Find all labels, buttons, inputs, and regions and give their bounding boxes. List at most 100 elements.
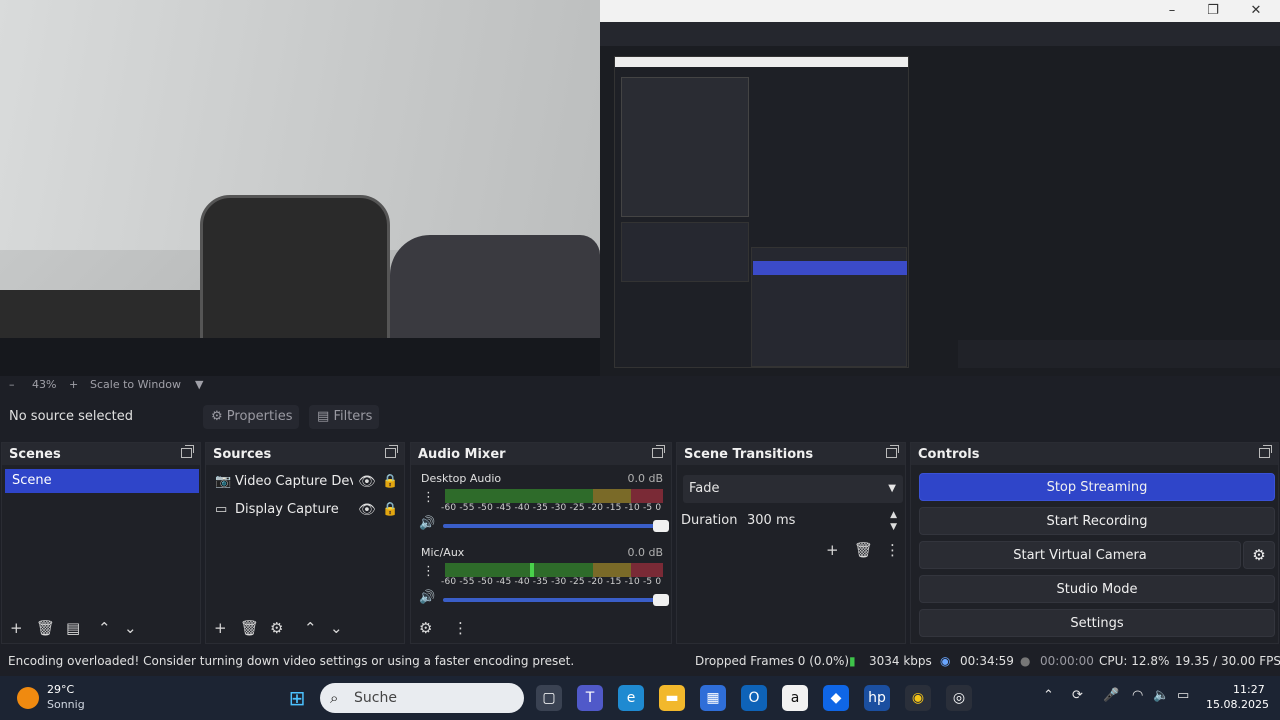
channel-menu-icon[interactable]: ⋮ bbox=[422, 564, 435, 579]
tray-expand-icon[interactable]: ⌃ bbox=[1043, 688, 1054, 703]
windows-start-icon[interactable]: ⊞ bbox=[284, 685, 310, 711]
captured-menubar bbox=[600, 22, 1280, 46]
move-up-icon[interactable]: ⌃ bbox=[304, 619, 317, 637]
hp-icon[interactable]: hp bbox=[864, 685, 890, 711]
stop-streaming-button[interactable]: Stop Streaming bbox=[919, 473, 1275, 501]
source-item-video-capture[interactable]: 📷 Video Capture Device 👁 🔒 bbox=[212, 469, 402, 495]
scene-item[interactable]: Scene bbox=[5, 469, 199, 493]
display-capture-feed: – ❐ ✕ bbox=[600, 0, 1280, 376]
store-icon[interactable]: ▦ bbox=[700, 685, 726, 711]
taskbar-search-input[interactable]: ⌕ Suche bbox=[320, 683, 524, 713]
level-meter bbox=[445, 489, 663, 503]
close-icon: ✕ bbox=[1250, 3, 1262, 18]
visibility-eye-icon[interactable]: 👁 bbox=[358, 469, 376, 495]
webcam-feed bbox=[0, 0, 600, 338]
volume-slider[interactable] bbox=[443, 594, 669, 606]
windows-taskbar: 29°C Sonnig ⊞ ⌕ Suche ▢ T e ▬ ▦ O a ◆ hp… bbox=[0, 676, 1280, 720]
weather-desc: Sonnig bbox=[47, 698, 85, 711]
volume-knob[interactable] bbox=[653, 594, 669, 606]
dropbox-icon[interactable]: ◆ bbox=[823, 685, 849, 711]
status-bar: Encoding overloaded! Consider turning do… bbox=[0, 648, 1280, 676]
move-down-icon[interactable]: ⌄ bbox=[124, 619, 137, 637]
nested-obs-window bbox=[614, 56, 909, 368]
scale-mode[interactable]: Scale to Window bbox=[90, 378, 181, 391]
mixer-menu-icon[interactable]: ⋮ bbox=[453, 619, 468, 637]
add-transition-icon[interactable]: + bbox=[826, 541, 839, 559]
lock-icon[interactable]: 🔒 bbox=[382, 469, 398, 495]
virtual-camera-gear-icon[interactable]: ⚙ bbox=[1243, 541, 1275, 569]
undock-icon[interactable] bbox=[1259, 445, 1272, 458]
speaker-icon[interactable]: 🔊 bbox=[419, 516, 435, 531]
sync-icon[interactable]: ⟳ bbox=[1072, 688, 1083, 703]
edge-icon[interactable]: e bbox=[618, 685, 644, 711]
transition-select[interactable]: Fade ▼ bbox=[683, 475, 903, 503]
scale-dropdown-icon[interactable]: ▼ bbox=[195, 378, 203, 391]
task-view-icon[interactable]: ▢ bbox=[536, 685, 562, 711]
clock-date[interactable]: 15.08.2025 bbox=[1206, 698, 1269, 711]
channel-menu-icon[interactable]: ⋮ bbox=[422, 490, 435, 505]
zoom-in-icon[interactable]: + bbox=[69, 378, 78, 391]
clock-time[interactable]: 11:27 bbox=[1233, 683, 1265, 696]
properties-button[interactable]: ⚙ Properties bbox=[203, 405, 299, 429]
teams-icon[interactable]: T bbox=[577, 685, 603, 711]
undock-icon[interactable] bbox=[886, 445, 899, 458]
cpu-usage: CPU: 12.8% bbox=[1099, 654, 1170, 668]
channel-name: Desktop Audio bbox=[421, 472, 502, 485]
preview-zoom-bar: – 43% + Scale to Window ▼ bbox=[0, 376, 1280, 394]
record-time: 00:00:00 bbox=[1040, 654, 1094, 668]
outlook-icon[interactable]: O bbox=[741, 685, 767, 711]
spinner-icon[interactable]: ▲ ▼ bbox=[890, 509, 897, 533]
volume-knob[interactable] bbox=[653, 520, 669, 532]
add-scene-icon[interactable]: + bbox=[10, 619, 23, 637]
advanced-audio-icon[interactable]: ⚙ bbox=[419, 619, 432, 637]
dropped-frames: Dropped Frames 0 (0.0%) bbox=[695, 654, 850, 668]
file-explorer-icon[interactable]: ▬ bbox=[659, 685, 685, 711]
start-virtual-camera-button[interactable]: Start Virtual Camera bbox=[919, 541, 1241, 569]
scene-filter-icon[interactable]: ▤ bbox=[66, 619, 80, 637]
scenes-title: Scenes bbox=[9, 447, 61, 462]
settings-button[interactable]: Settings bbox=[919, 609, 1275, 637]
studio-mode-button[interactable]: Studio Mode bbox=[919, 575, 1275, 603]
battery-icon[interactable]: ▭ bbox=[1177, 688, 1189, 703]
volume-slider[interactable] bbox=[443, 520, 669, 532]
source-properties-icon[interactable]: ⚙ bbox=[270, 619, 283, 637]
speaker-icon[interactable]: 🔊 bbox=[419, 590, 435, 605]
zoom-out-icon[interactable]: – bbox=[9, 378, 15, 391]
transitions-title: Scene Transitions bbox=[684, 447, 814, 462]
amazon-icon[interactable]: a bbox=[782, 685, 808, 711]
controls-title: Controls bbox=[918, 447, 980, 462]
source-item-display-capture[interactable]: ▭ Display Capture 👁 🔒 bbox=[212, 497, 402, 523]
start-recording-button[interactable]: Start Recording bbox=[919, 507, 1275, 535]
camera-icon: 📷 bbox=[215, 474, 232, 489]
undock-icon[interactable] bbox=[385, 445, 398, 458]
microphone-icon[interactable]: 🎤 bbox=[1103, 688, 1119, 703]
filters-button[interactable]: ▤ Filters bbox=[309, 405, 379, 429]
transition-menu-icon[interactable]: ⋮ bbox=[885, 541, 900, 559]
obs-icon[interactable]: ◎ bbox=[946, 685, 972, 711]
no-source-label: No source selected bbox=[9, 409, 133, 424]
volume-icon[interactable]: 🔈 bbox=[1153, 688, 1169, 703]
signal-icon: ▮ bbox=[849, 654, 856, 668]
duration-label: Duration bbox=[681, 513, 738, 528]
stream-time: 00:34:59 bbox=[960, 654, 1014, 668]
meter-scale: -60 -55 -50 -45 -40 -35 -30 -25 -20 -15 … bbox=[441, 577, 662, 587]
wifi-icon[interactable]: ◠ bbox=[1132, 688, 1143, 703]
stream-icon: ◉ bbox=[940, 654, 951, 668]
weather-sun-icon[interactable] bbox=[17, 687, 39, 709]
chrome-icon[interactable]: ◉ bbox=[905, 685, 931, 711]
move-down-icon[interactable]: ⌄ bbox=[330, 619, 343, 637]
remove-scene-icon[interactable]: 🗑 bbox=[36, 619, 55, 637]
gear-icon: ⚙ bbox=[211, 409, 223, 424]
undock-icon[interactable] bbox=[181, 445, 194, 458]
move-up-icon[interactable]: ⌃ bbox=[98, 619, 111, 637]
minimize-icon: – bbox=[1168, 3, 1176, 18]
duration-input[interactable]: 300 ms ▲ ▼ bbox=[739, 507, 903, 535]
remove-transition-icon[interactable]: 🗑 bbox=[854, 541, 873, 559]
remove-source-icon[interactable]: 🗑 bbox=[240, 619, 259, 637]
scenes-dock: Scenes Scene + 🗑 ▤ ⌃ ⌄ bbox=[1, 442, 201, 644]
lock-icon[interactable]: 🔒 bbox=[382, 497, 398, 523]
visibility-eye-icon[interactable]: 👁 bbox=[358, 497, 376, 523]
undock-icon[interactable] bbox=[652, 445, 665, 458]
add-source-icon[interactable]: + bbox=[214, 619, 227, 637]
preview-canvas[interactable]: – ❐ ✕ bbox=[0, 0, 1280, 376]
